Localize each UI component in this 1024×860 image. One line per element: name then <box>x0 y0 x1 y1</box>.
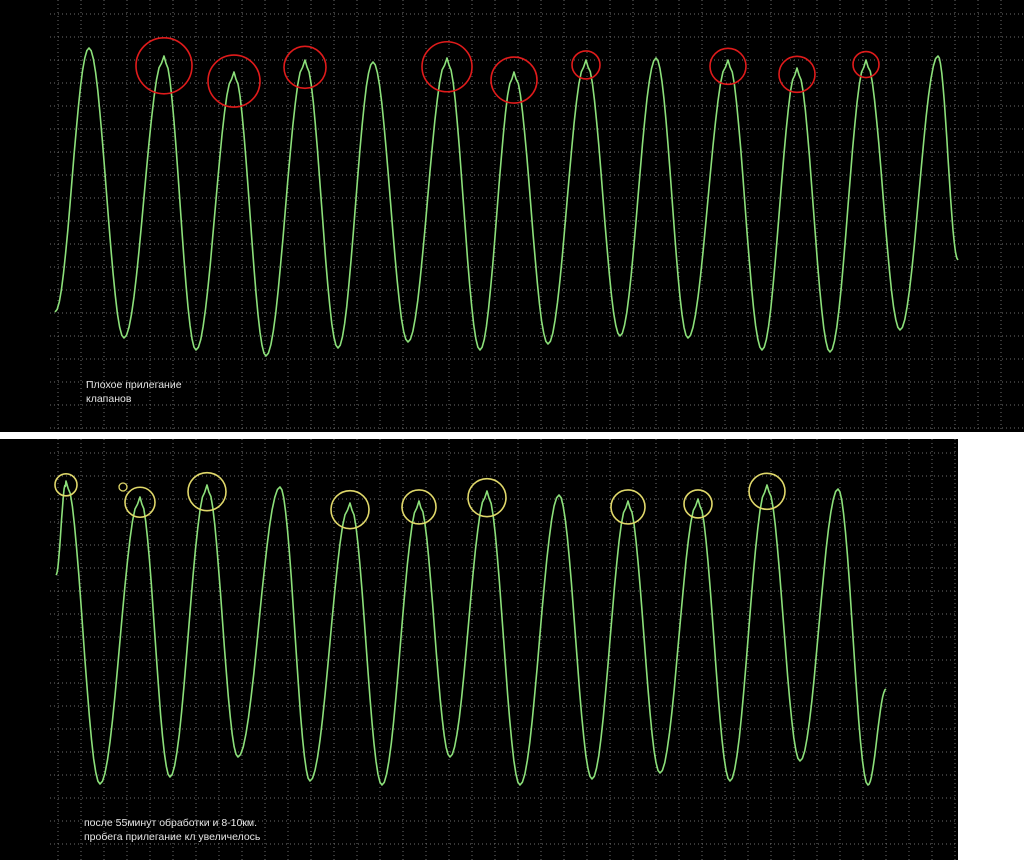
peak-marker-circle <box>852 50 880 79</box>
peak-marker-circle <box>490 56 538 104</box>
annotation-top: Плохое прилегание клапанов <box>86 379 182 405</box>
peak-marker-circle <box>135 37 193 95</box>
oscillogram-top: Плохое прилегание клапанов <box>0 0 1024 432</box>
waveform-chart-bottom <box>50 439 958 860</box>
peak-marker-circle <box>187 471 227 512</box>
waveform-trace <box>54 47 959 357</box>
peak-marker-circle <box>709 47 747 86</box>
peak-marker-circle <box>467 477 507 518</box>
peak-marker-circle <box>610 489 646 525</box>
small-marker-circle <box>118 482 128 492</box>
annotation-bottom: после 55минут обработки и 8-10км. пробег… <box>84 817 261 843</box>
peak-marker-circle <box>330 489 370 530</box>
grid <box>50 0 1024 432</box>
peak-marker-circle <box>571 50 601 80</box>
waveform-chart-top <box>50 0 1024 432</box>
peak-marker-circle <box>401 489 437 525</box>
peak-marker-circle <box>283 45 327 90</box>
peak-marker-circle <box>421 40 473 93</box>
oscillogram-bottom: после 55минут обработки и 8-10км. пробег… <box>0 439 958 860</box>
peak-marker-circle <box>124 486 156 519</box>
peak-marker-circle <box>683 489 713 519</box>
peak-marker-circle <box>748 472 786 511</box>
peak-marker-circle <box>778 55 816 94</box>
peak-marker-circle <box>207 54 261 108</box>
waveform-trace <box>55 480 887 786</box>
